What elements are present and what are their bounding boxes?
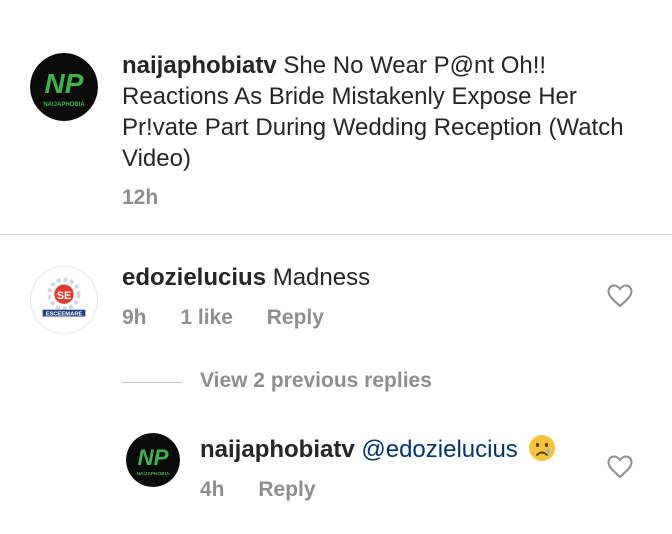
caption-username[interactable]: naijaphobiatv <box>122 52 277 79</box>
caption-divider <box>0 234 672 235</box>
reply-meta: 4h Reply <box>200 478 344 502</box>
svg-text:ESCEEMARE: ESCEEMARE <box>46 312 83 318</box>
comment-like-button[interactable] <box>607 284 633 308</box>
comment-text-block: edozielucius Madness <box>122 262 370 293</box>
crying-face-icon <box>528 434 556 462</box>
caption-avatar[interactable]: NP NAIJAPHOBIA <box>30 53 98 121</box>
svg-text:NAIJAPHOBIA: NAIJAPHOBIA <box>43 102 85 108</box>
comment-avatar[interactable]: SE ESCEEMARE <box>30 266 98 334</box>
svg-text:SE: SE <box>57 290 71 302</box>
view-replies-button[interactable]: View 2 previous replies <box>200 369 432 393</box>
reply-username[interactable]: naijaphobiatv <box>200 436 355 463</box>
esceemare-logo-icon: SE ESCEEMARE <box>31 267 97 333</box>
svg-text:NP: NP <box>45 68 84 99</box>
svg-text:NP: NP <box>138 445 169 470</box>
reply-like-button[interactable] <box>607 455 633 479</box>
heart-icon <box>607 284 633 308</box>
reply-avatar[interactable]: NP NAIJAPHOBIA <box>126 433 180 487</box>
heart-icon <box>607 455 633 479</box>
svg-text:NAIJAPHOBIA: NAIJAPHOBIA <box>137 471 170 477</box>
reply-mention-link[interactable]: @edozielucius <box>361 436 517 463</box>
comment-username[interactable]: edozielucius <box>122 264 266 291</box>
reply-reply-button[interactable]: Reply <box>258 478 315 501</box>
comment-likes[interactable]: 1 like <box>180 306 233 329</box>
comment-reply-button[interactable]: Reply <box>267 306 324 329</box>
naijaphobia-logo-icon: NP NAIJAPHOBIA <box>30 53 98 121</box>
caption-meta: 12h <box>122 186 186 210</box>
comment-time: 9h <box>122 306 147 329</box>
comment-body: Madness <box>272 264 371 291</box>
naijaphobia-logo-icon: NP NAIJAPHOBIA <box>126 433 180 487</box>
caption-text-block: naijaphobiatv She No Wear P@nt Oh!! Reac… <box>122 50 642 174</box>
comment-meta: 9h 1 like Reply <box>122 306 352 330</box>
reply-text-block: naijaphobiatv @edozielucius <box>200 434 556 465</box>
reply-time: 4h <box>200 478 225 501</box>
view-replies-line <box>122 382 182 383</box>
caption-time: 12h <box>122 186 159 209</box>
